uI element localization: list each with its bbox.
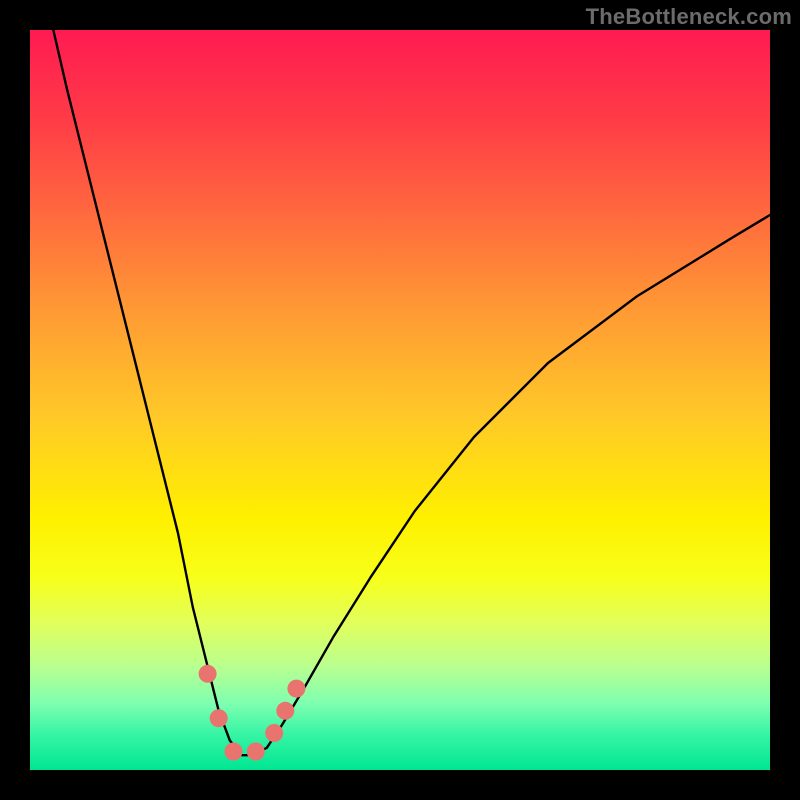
highlight-dot (210, 709, 228, 727)
highlight-dot (247, 743, 265, 761)
highlight-dot (199, 665, 217, 683)
highlight-dot (225, 743, 243, 761)
highlight-dot (265, 724, 283, 742)
chart-svg (30, 30, 770, 770)
highlight-dots (199, 665, 306, 761)
bottleneck-curve (45, 0, 770, 755)
highlight-dot (276, 702, 294, 720)
watermark-text: TheBottleneck.com (586, 4, 792, 30)
chart-plot-area (30, 30, 770, 770)
highlight-dot (287, 680, 305, 698)
